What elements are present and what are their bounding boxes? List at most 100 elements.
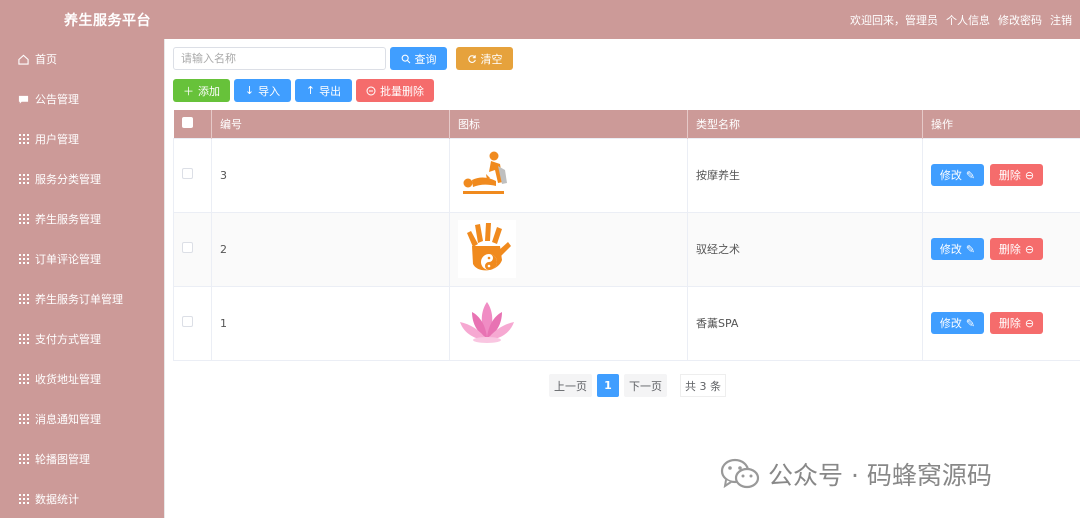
sidebar-item-carousel[interactable]: 轮播图管理 xyxy=(0,439,164,479)
sidebar: 首页 公告管理 用户管理 服务分类管理 养生服务管理 订单评论管理 养生服务订单… xyxy=(0,39,164,518)
query-button[interactable]: 查询 xyxy=(390,47,447,70)
row-icon-cell xyxy=(449,285,688,361)
plus-icon: ＋ xyxy=(183,84,194,98)
grid-icon xyxy=(18,294,29,305)
minus-circle-icon: ⊖ xyxy=(1024,242,1035,256)
select-all-checkbox[interactable] xyxy=(181,116,193,128)
page-1-button[interactable]: 1 xyxy=(597,374,619,397)
massage-icon xyxy=(463,151,507,194)
row-actions: 修改 ✎ 删除 ⊖ xyxy=(922,211,1080,287)
next-page-button[interactable]: 下一页 xyxy=(624,374,667,397)
delete-label: 删除 xyxy=(998,169,1021,182)
sidebar-item-users[interactable]: 用户管理 xyxy=(0,119,164,159)
wechat-icon xyxy=(720,458,760,489)
minus-circle-icon: ⊖ xyxy=(1024,168,1035,182)
profile-link[interactable]: 个人信息 xyxy=(946,12,990,28)
action-toolbar: ＋ 添加 ↓ 导入 ↑ 导出 批量删除 xyxy=(173,79,434,102)
header-icon: 图标 xyxy=(449,110,688,138)
search-input[interactable] xyxy=(173,47,386,70)
delete-button[interactable]: 删除 ⊖ xyxy=(990,312,1043,334)
welcome-text: 欢迎回来，管理员 xyxy=(850,14,938,27)
delete-button[interactable]: 删除 ⊖ xyxy=(990,238,1043,260)
row-checkbox[interactable] xyxy=(182,316,193,327)
sidebar-item-payment-methods[interactable]: 支付方式管理 xyxy=(0,319,164,359)
search-icon xyxy=(401,54,410,63)
grid-icon xyxy=(18,374,29,385)
sidebar-item-label: 轮播图管理 xyxy=(35,453,90,466)
clear-label: 清空 xyxy=(480,52,503,66)
watermark-text: 公众号 · 码蜂窝源码 xyxy=(768,461,992,490)
search-bar: 查询 清空 xyxy=(173,47,513,70)
edit-button[interactable]: 修改 ✎ xyxy=(931,238,984,260)
header-actions: 操作 xyxy=(922,110,1080,138)
table-row: 1 香薰SPA 修改 ✎ 删除 ⊖ xyxy=(173,285,1080,361)
export-label: 导出 xyxy=(319,84,342,98)
select-all-cell xyxy=(173,110,212,138)
row-id: 1 xyxy=(211,285,450,361)
row-actions: 修改 ✎ 删除 ⊖ xyxy=(922,285,1080,361)
minus-circle-icon xyxy=(366,85,376,96)
delete-button[interactable]: 删除 ⊖ xyxy=(990,164,1043,186)
sidebar-item-label: 首页 xyxy=(35,53,57,66)
sidebar-item-label: 数据统计 xyxy=(35,493,79,506)
app-title: 养生服务平台 xyxy=(64,13,151,29)
sidebar-item-label: 用户管理 xyxy=(35,133,79,146)
edit-icon: ✎ xyxy=(965,242,976,256)
row-icon-cell xyxy=(449,137,688,213)
grid-icon xyxy=(18,174,29,185)
sidebar-item-statistics[interactable]: 数据统计 xyxy=(0,479,164,518)
user-menu: 欢迎回来，管理员 个人信息 修改密码 注销 xyxy=(850,12,1072,28)
query-label: 查询 xyxy=(414,52,437,66)
row-icon-cell xyxy=(449,211,688,287)
sidebar-item-service-orders[interactable]: 养生服务订单管理 xyxy=(0,279,164,319)
grid-icon xyxy=(18,454,29,465)
row-type-name: 香薰SPA xyxy=(687,285,923,361)
sidebar-item-label: 养生服务订单管理 xyxy=(35,293,123,306)
row-checkbox[interactable] xyxy=(182,242,193,253)
edit-button[interactable]: 修改 ✎ xyxy=(931,164,984,186)
sidebar-item-label: 支付方式管理 xyxy=(35,333,101,346)
row-id: 3 xyxy=(211,137,450,213)
row-checkbox[interactable] xyxy=(182,168,193,179)
minus-circle-icon: ⊖ xyxy=(1024,316,1035,330)
sidebar-item-home[interactable]: 首页 xyxy=(0,39,164,79)
edit-icon: ✎ xyxy=(965,168,976,182)
sidebar-item-label: 收货地址管理 xyxy=(35,373,101,386)
delete-label: 删除 xyxy=(998,317,1021,330)
table-row: 2 驭经之术 修改 ✎ 删除 ⊖ xyxy=(173,211,1080,287)
add-label: 添加 xyxy=(198,84,220,98)
table-header-row: 编号 图标 类型名称 操作 xyxy=(173,110,1080,138)
clear-button[interactable]: 清空 xyxy=(456,47,513,70)
home-icon xyxy=(18,54,29,65)
edit-button[interactable]: 修改 ✎ xyxy=(931,312,984,334)
add-button[interactable]: ＋ 添加 xyxy=(173,79,230,102)
change-password-link[interactable]: 修改密码 xyxy=(998,12,1042,28)
sidebar-item-services[interactable]: 养生服务管理 xyxy=(0,199,164,239)
sidebar-item-announcements[interactable]: 公告管理 xyxy=(0,79,164,119)
grid-icon xyxy=(18,254,29,265)
arrow-down-icon: ↓ xyxy=(244,84,255,97)
row-actions: 修改 ✎ 删除 ⊖ xyxy=(922,137,1080,213)
sidebar-item-service-categories[interactable]: 服务分类管理 xyxy=(0,159,164,199)
logout-link[interactable]: 注销 xyxy=(1050,12,1072,28)
import-button[interactable]: ↓ 导入 xyxy=(234,79,291,102)
watermark: 公众号 · 码蜂窝源码 xyxy=(720,456,992,492)
grid-icon xyxy=(18,214,29,225)
sidebar-item-label: 消息通知管理 xyxy=(35,413,101,426)
sidebar-item-addresses[interactable]: 收货地址管理 xyxy=(0,359,164,399)
prev-page-button[interactable]: 上一页 xyxy=(549,374,592,397)
edit-icon: ✎ xyxy=(965,316,976,330)
edit-label: 修改 xyxy=(939,169,962,182)
batch-delete-button[interactable]: 批量删除 xyxy=(356,79,434,102)
refresh-icon xyxy=(467,54,476,63)
grid-icon xyxy=(18,334,29,345)
sidebar-item-label: 公告管理 xyxy=(35,93,79,106)
row-type-name: 驭经之术 xyxy=(687,211,923,287)
sidebar-item-order-reviews[interactable]: 订单评论管理 xyxy=(0,239,164,279)
import-label: 导入 xyxy=(258,84,281,98)
grid-icon xyxy=(18,414,29,425)
export-button[interactable]: ↑ 导出 xyxy=(295,79,352,102)
sidebar-item-notifications[interactable]: 消息通知管理 xyxy=(0,399,164,439)
arrow-up-icon: ↑ xyxy=(305,84,316,97)
sidebar-item-label: 服务分类管理 xyxy=(35,173,101,186)
